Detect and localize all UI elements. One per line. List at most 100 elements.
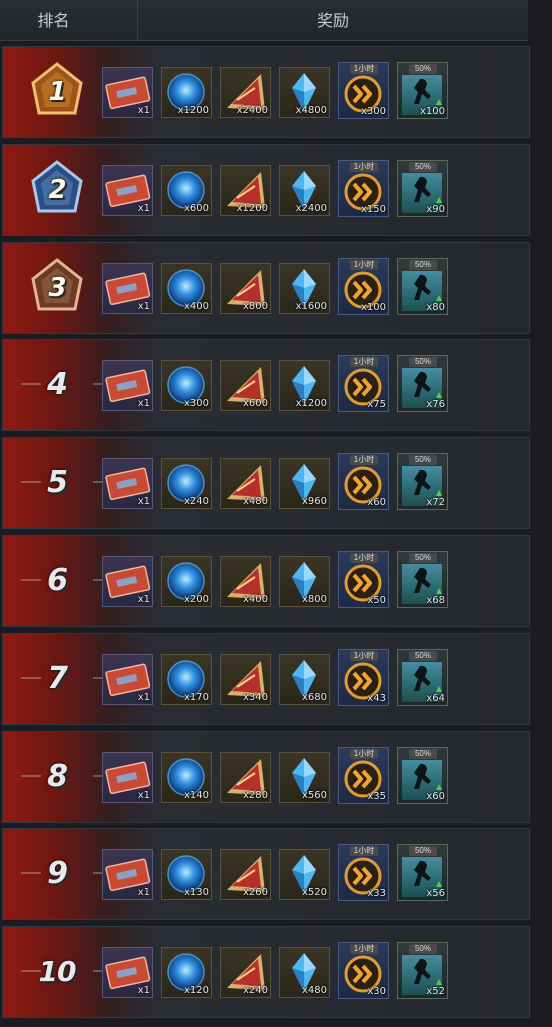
reward-item[interactable]: x1200: [279, 360, 330, 412]
reward-item[interactable]: x800: [220, 262, 271, 314]
reward-item[interactable]: x1200: [161, 67, 212, 118]
item-quantity: x300: [183, 398, 209, 410]
reward-item[interactable]: 50% x68: [397, 550, 448, 608]
reward-item[interactable]: 1小时 x33: [338, 844, 389, 902]
percent-tag: 50%: [409, 944, 437, 955]
item-quantity: x1200: [236, 202, 268, 214]
reward-item[interactable]: x260: [220, 849, 271, 901]
reward-item[interactable]: x200: [161, 555, 212, 607]
reward-item[interactable]: x520: [279, 849, 330, 901]
reward-item[interactable]: x1: [102, 262, 153, 314]
item-quantity: x2400: [236, 105, 268, 116]
reward-row: 5 x1 x240 x480 x960 1小时 x60 50% x72: [2, 437, 530, 530]
reward-item[interactable]: 1小时 x150: [338, 159, 389, 217]
reward-item[interactable]: x600: [220, 360, 271, 412]
reward-item[interactable]: 1小时 x75: [338, 355, 389, 413]
reward-item[interactable]: 1小时 x50: [338, 550, 389, 608]
item-quantity: x76: [426, 399, 445, 411]
reward-item[interactable]: 50% x64: [397, 648, 448, 706]
rank-column-header: 排名: [0, 0, 138, 40]
reward-item[interactable]: 1小时 x300: [338, 62, 389, 119]
reward-item[interactable]: x300: [161, 360, 212, 412]
reward-item[interactable]: x170: [161, 653, 212, 705]
item-quantity: x600: [183, 202, 209, 214]
item-quantity: x33: [367, 888, 386, 900]
reward-item[interactable]: x1: [102, 67, 153, 118]
reward-item[interactable]: x560: [279, 751, 330, 803]
reward-item[interactable]: x680: [279, 653, 330, 705]
rank-number: 9: [47, 856, 68, 892]
reward-item[interactable]: x960: [279, 458, 330, 510]
reward-item[interactable]: x400: [161, 262, 212, 314]
item-quantity: x75: [367, 399, 386, 411]
reward-item[interactable]: x1600: [279, 262, 330, 314]
item-quantity: x480: [242, 496, 268, 508]
reward-item[interactable]: x1: [102, 653, 153, 705]
item-quantity: x1: [137, 593, 150, 605]
rank-number: 8: [47, 758, 68, 794]
item-quantity: x120: [183, 985, 209, 997]
reward-item[interactable]: x1200: [220, 164, 271, 216]
item-quantity: x240: [242, 985, 268, 997]
item-quantity: x340: [242, 691, 268, 703]
reward-item[interactable]: 50% x76: [397, 355, 448, 413]
reward-item[interactable]: x1: [102, 164, 153, 216]
reward-item[interactable]: x4800: [279, 67, 330, 118]
reward-item[interactable]: 50% x72: [397, 453, 448, 511]
reward-item[interactable]: x1: [102, 555, 153, 607]
item-quantity: x520: [301, 887, 327, 899]
item-quantity: x1: [137, 985, 150, 997]
item-quantity: x100: [360, 301, 386, 313]
reward-item[interactable]: x400: [220, 555, 271, 607]
reward-row: 6 x1 x200 x400 x800 1小时 x50 50% x68: [2, 534, 530, 627]
reward-item[interactable]: x240: [220, 947, 271, 999]
item-quantity: x300: [360, 106, 386, 117]
item-quantity: x1: [137, 105, 150, 116]
rank-number: 1: [48, 77, 66, 107]
item-quantity: x800: [301, 593, 327, 605]
reward-item[interactable]: x600: [161, 164, 212, 216]
duration-tag: 1小时: [350, 748, 378, 759]
reward-row: 1 x1 x1200 x2400 x4800 1小时 x300 50% x100: [2, 46, 530, 138]
rank-number: 4: [47, 367, 68, 403]
reward-item[interactable]: x2400: [279, 164, 330, 216]
item-quantity: x130: [183, 887, 209, 899]
reward-item[interactable]: x1: [102, 849, 153, 901]
reward-item[interactable]: 1小时 x60: [338, 453, 389, 511]
duration-tag: 1小时: [350, 259, 378, 270]
reward-item[interactable]: x240: [161, 458, 212, 510]
reward-item[interactable]: x1: [102, 751, 153, 803]
reward-item[interactable]: x480: [279, 947, 330, 999]
item-quantity: x400: [242, 593, 268, 605]
item-quantity: x50: [367, 594, 386, 606]
reward-item[interactable]: x2400: [220, 67, 271, 118]
reward-item[interactable]: x1: [102, 458, 153, 510]
reward-item[interactable]: 1小时 x35: [338, 746, 389, 804]
reward-item[interactable]: 1小时 x43: [338, 648, 389, 706]
reward-item[interactable]: x340: [220, 653, 271, 705]
duration-tag: 1小时: [350, 944, 378, 955]
reward-row: 7 x1 x170 x340 x680 1小时 x43 50% x64: [2, 632, 530, 725]
reward-item[interactable]: 50% x56: [397, 844, 448, 902]
reward-item[interactable]: 1小时 x30: [338, 942, 389, 1000]
reward-item[interactable]: x480: [220, 458, 271, 510]
item-quantity: x1: [137, 887, 150, 899]
reward-item[interactable]: x1: [102, 360, 153, 412]
reward-item[interactable]: x280: [220, 751, 271, 803]
reward-item[interactable]: 50% x60: [397, 746, 448, 804]
item-quantity: x35: [367, 790, 386, 802]
reward-item[interactable]: x120: [161, 947, 212, 999]
reward-item[interactable]: x140: [161, 751, 212, 803]
reward-item[interactable]: x800: [279, 555, 330, 607]
reward-column-header: 奖励: [316, 13, 349, 30]
reward-item[interactable]: 50% x100: [397, 62, 448, 119]
reward-row: 4 x1 x300 x600 x1200 1小时 x75 50% x76: [2, 339, 530, 432]
reward-item[interactable]: 50% x52: [397, 942, 448, 1000]
reward-item[interactable]: 1小时 x100: [338, 257, 389, 315]
item-quantity: x240: [183, 496, 209, 508]
reward-item[interactable]: 50% x90: [397, 159, 448, 217]
item-quantity: x480: [301, 985, 327, 997]
reward-item[interactable]: 50% x80: [397, 257, 448, 315]
reward-item[interactable]: x1: [102, 947, 153, 999]
reward-item[interactable]: x130: [161, 849, 212, 901]
